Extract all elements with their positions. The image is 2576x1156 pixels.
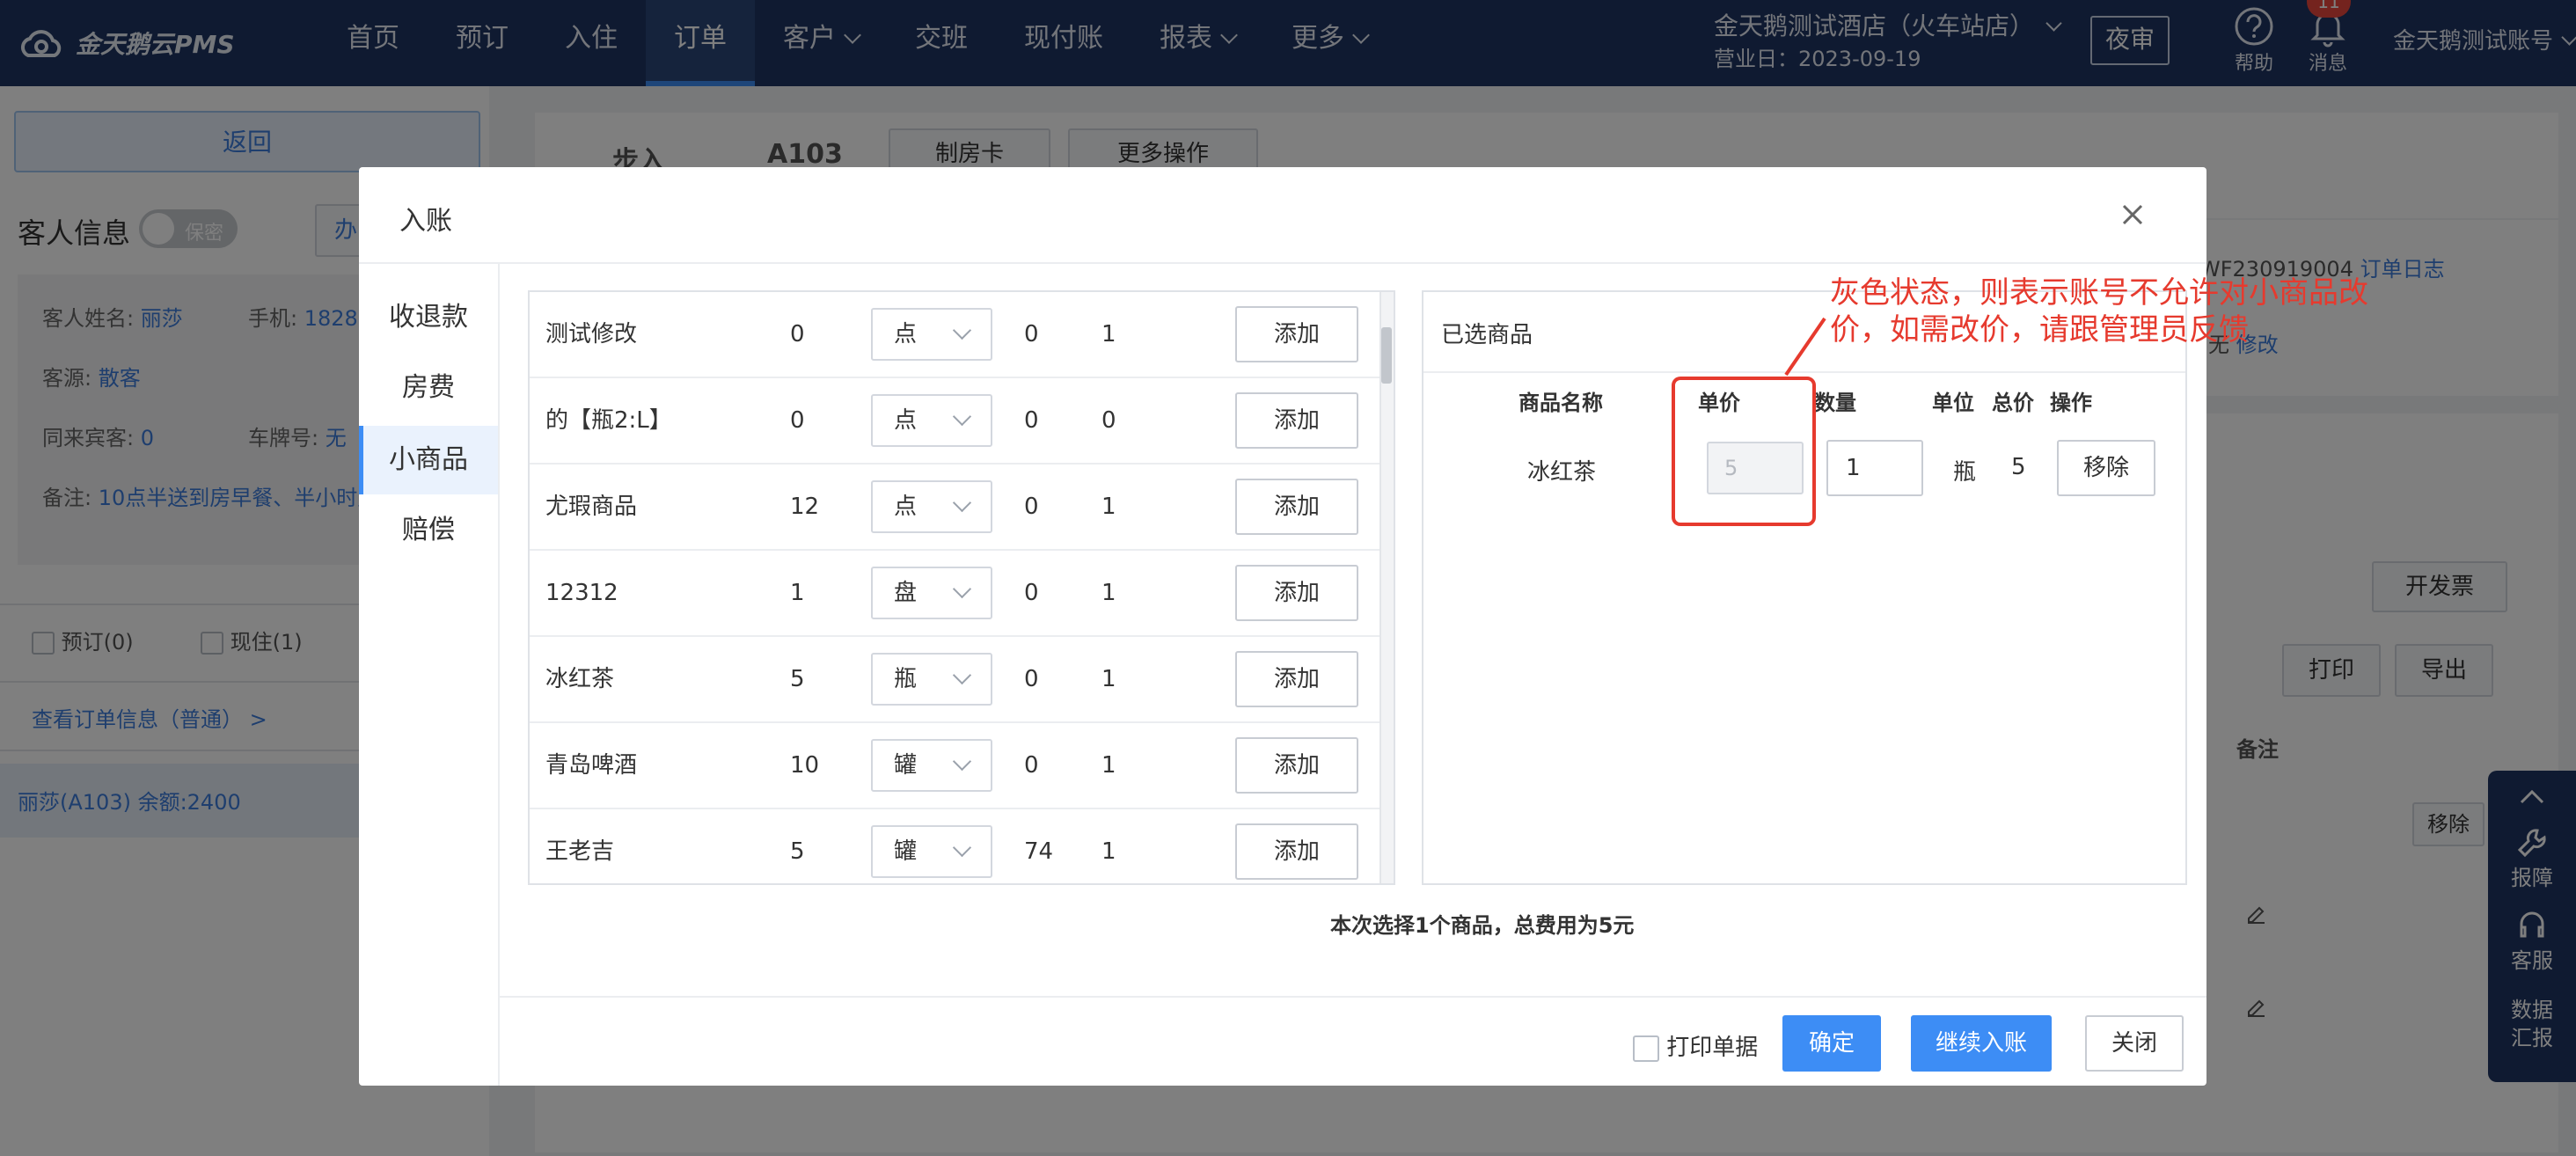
product-name: 冰红茶 (545, 666, 615, 692)
chevron-down-icon (952, 579, 972, 599)
close-button[interactable]: 关闭 (2085, 1015, 2184, 1072)
product-name: 尤瑕商品 (545, 494, 638, 520)
product-price: 5 (790, 666, 805, 692)
product-price: 5 (790, 838, 805, 865)
product-row: 的【瓶2:L】 0 0 0 点 添加 (530, 378, 1383, 465)
annotation-highlight-box (1672, 377, 1816, 526)
product-row: 测试修改 0 0 1 点 添加 (530, 292, 1383, 378)
modal-title: 入账 (399, 206, 452, 237)
product-stock: 0 (1024, 407, 1039, 434)
product-qty: 1 (1101, 752, 1116, 779)
chevron-down-icon (952, 320, 972, 340)
product-stock: 0 (1024, 321, 1039, 348)
chevron-down-icon (952, 838, 972, 858)
product-qty: 1 (1101, 494, 1116, 520)
selected-item-name: 冰红茶 (1527, 459, 1597, 486)
add-product-button[interactable]: 添加 (1235, 392, 1358, 449)
col-total: 总价 (1992, 391, 2034, 415)
product-row: 12312 1 0 1 盘 添加 (530, 551, 1383, 637)
add-product-button[interactable]: 添加 (1235, 737, 1358, 794)
unit-select-value: 点 (894, 321, 918, 348)
product-price: 10 (790, 752, 820, 779)
print-receipt-option[interactable]: 打印单据 (1633, 1029, 1758, 1062)
modal-tab-1[interactable]: 房费 (359, 354, 498, 422)
unit-select[interactable]: 盘 (871, 567, 992, 619)
col-product-name: 商品名称 (1519, 391, 1603, 415)
product-name: 王老吉 (545, 838, 615, 865)
close-icon[interactable] (2115, 197, 2150, 232)
modal-header-divider (359, 262, 2206, 264)
add-product-button[interactable]: 添加 (1235, 479, 1358, 535)
product-table: 王老吉 5 74 1 罐添加 青岛啤酒 10 0 1 罐添加 冰红茶 5 0 1 瓶添加 12312 1 0 1 盘添… (528, 290, 1395, 885)
product-stock: 74 (1024, 838, 1054, 865)
unit-select-value: 点 (894, 407, 918, 434)
unit-select-value: 罐 (894, 838, 918, 865)
quantity-input[interactable]: 1 (1826, 440, 1923, 496)
scrollbar-thumb[interactable] (1381, 327, 1392, 384)
selected-item-unit: 瓶 (1953, 459, 1977, 486)
print-receipt-label: 打印单据 (1666, 1035, 1759, 1061)
product-row: 尤瑕商品 12 0 1 点 添加 (530, 465, 1383, 551)
product-qty: 1 (1101, 321, 1116, 348)
chevron-down-icon (952, 665, 972, 685)
selected-item-total: 5 (2011, 454, 2026, 480)
add-product-button[interactable]: 添加 (1235, 651, 1358, 707)
unit-select-value: 盘 (894, 580, 918, 606)
continue-posting-button[interactable]: 继续入账 (1911, 1015, 2052, 1072)
unit-select-value: 点 (894, 494, 918, 520)
product-qty: 1 (1101, 580, 1116, 606)
product-name: 青岛啤酒 (545, 752, 638, 779)
product-name: 的【瓶2:L】 (545, 407, 672, 434)
confirm-button[interactable]: 确定 (1782, 1015, 1881, 1072)
product-row: 王老吉 5 74 1 罐 添加 (530, 809, 1383, 883)
product-row: 冰红茶 5 0 1 瓶 添加 (530, 637, 1383, 723)
add-product-button[interactable]: 添加 (1235, 306, 1358, 362)
product-stock: 0 (1024, 752, 1039, 779)
product-name: 12312 (545, 580, 618, 606)
selected-panel-title: 已选商品 (1441, 322, 1533, 348)
unit-select-value: 罐 (894, 752, 918, 779)
product-stock: 0 (1024, 580, 1039, 606)
annotation-text: 灰色状态，则表示账号不允许对小商品改价，如需改价，请跟管理员反馈 (1830, 275, 2368, 348)
remove-item-button[interactable]: 移除 (2057, 440, 2155, 496)
product-qty: 1 (1101, 666, 1116, 692)
product-qty: 0 (1101, 407, 1116, 434)
col-action: 操作 (2050, 391, 2092, 415)
print-receipt-checkbox[interactable] (1633, 1035, 1659, 1062)
add-product-button[interactable]: 添加 (1235, 565, 1358, 621)
product-price: 12 (790, 494, 820, 520)
unit-select[interactable]: 点 (871, 308, 992, 361)
unit-select-value: 瓶 (894, 666, 918, 692)
col-quantity: 数量 (1814, 391, 1856, 415)
unit-select[interactable]: 点 (871, 480, 992, 533)
add-product-button[interactable]: 添加 (1235, 823, 1358, 880)
product-price: 1 (790, 580, 805, 606)
chevron-down-icon (952, 751, 972, 772)
unit-select[interactable]: 瓶 (871, 653, 992, 706)
chevron-down-icon (952, 493, 972, 513)
product-price: 0 (790, 407, 805, 434)
modal-tab-3[interactable]: 赔偿 (359, 496, 498, 565)
chevron-down-icon (952, 406, 972, 427)
modal-tab-0[interactable]: 收退款 (359, 283, 498, 352)
unit-select[interactable]: 点 (871, 394, 992, 447)
product-name: 测试修改 (545, 321, 638, 348)
product-row: 青岛啤酒 10 0 1 罐 添加 (530, 723, 1383, 809)
unit-select[interactable]: 罐 (871, 825, 992, 878)
product-stock: 0 (1024, 666, 1039, 692)
product-stock: 0 (1024, 494, 1039, 520)
col-unit: 单位 (1932, 391, 1974, 415)
modal-tabs: 收退款 房费 小商品 赔偿 (359, 264, 500, 1086)
unit-select[interactable]: 罐 (871, 739, 992, 792)
selection-summary: 本次选择1个商品，总费用为5元 (1330, 913, 1635, 938)
product-qty: 1 (1101, 838, 1116, 865)
product-price: 0 (790, 321, 805, 348)
modal-tab-2[interactable]: 小商品 (359, 426, 498, 494)
modal-footer-divider (498, 996, 2206, 998)
